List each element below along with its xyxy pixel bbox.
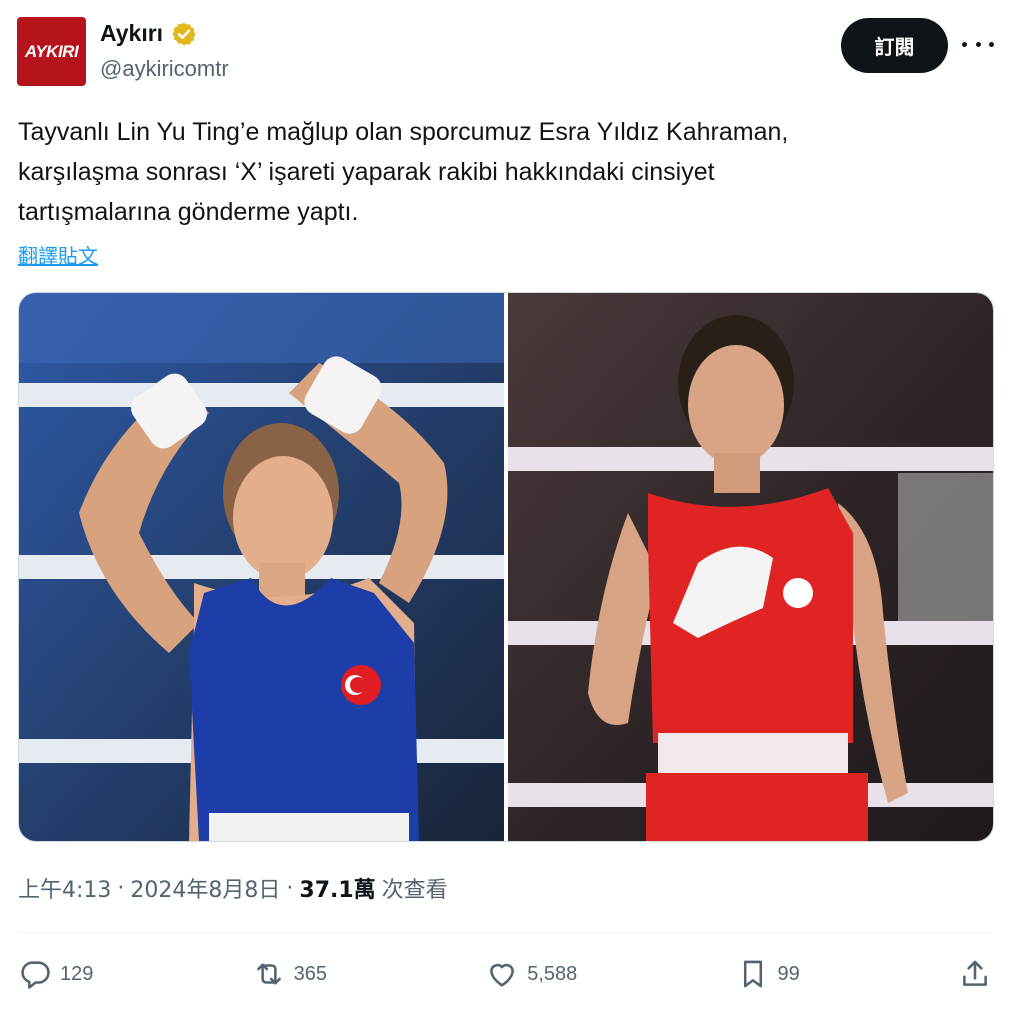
tweet-meta: 上午4:13 · 2024年8月8日 · 37.1萬 次查看: [18, 872, 448, 904]
repost-icon: [256, 963, 281, 985]
avatar[interactable]: AYKIRI: [17, 17, 86, 86]
subscribe-button[interactable]: 訂閱: [841, 18, 948, 73]
account-name-row: Aykırı: [100, 20, 197, 47]
more-options-icon[interactable]: [962, 32, 994, 56]
bookmark-button[interactable]: 99: [736, 957, 800, 991]
like-button[interactable]: 5,588: [485, 957, 577, 991]
photo-left[interactable]: [19, 293, 504, 841]
post-date[interactable]: 2024年8月8日: [130, 872, 280, 904]
verified-badge-icon: [172, 22, 196, 45]
action-bar: 129 365 5,588 99: [18, 946, 992, 1002]
post-time[interactable]: 上午4:13: [18, 872, 111, 904]
tweet-media[interactable]: [18, 292, 994, 842]
reply-count: 129: [60, 962, 94, 985]
heart-icon: [490, 963, 515, 987]
display-name[interactable]: Aykırı: [100, 20, 163, 47]
bookmark-icon: [743, 960, 762, 988]
tweet-text: Tayvanlı Lin Yu Ting’e mağlup olan sporc…: [18, 118, 789, 226]
account-handle[interactable]: @aykiricomtr: [100, 56, 229, 82]
repost-count: 365: [293, 962, 327, 985]
translate-post-link[interactable]: 翻譯貼文: [18, 240, 98, 269]
reply-icon: [21, 961, 50, 989]
avatar-logo-text: AYKIRI: [24, 41, 79, 61]
repost-button[interactable]: 365: [252, 957, 327, 991]
share-button[interactable]: [958, 957, 992, 991]
photo-right[interactable]: [508, 293, 993, 841]
share-icon: [963, 960, 987, 986]
divider: [18, 932, 992, 933]
meta-separator: ·: [286, 875, 294, 901]
reply-button[interactable]: 129: [18, 957, 93, 991]
bookmark-count: 99: [777, 962, 800, 985]
views-label: 次查看: [381, 878, 448, 903]
meta-separator: ·: [117, 875, 125, 901]
views-count: 37.1萬: [299, 878, 376, 903]
like-count: 5,588: [527, 962, 578, 985]
